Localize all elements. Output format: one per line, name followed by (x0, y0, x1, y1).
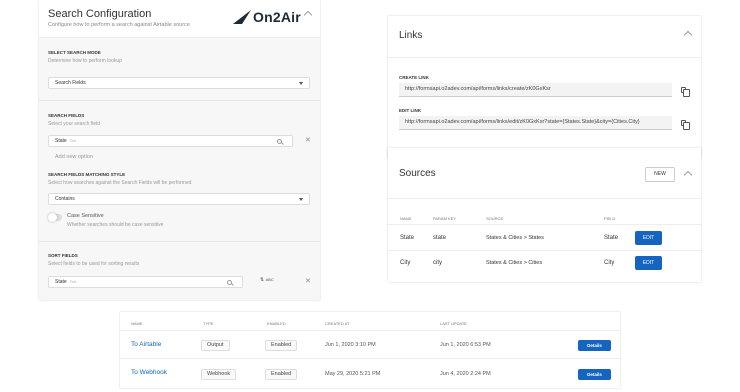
destination-name-link[interactable]: To Webhook (131, 369, 167, 376)
matching-style-select[interactable]: Contains (48, 193, 310, 205)
divider (120, 358, 620, 359)
edit-link-field[interactable]: http://formsapi.o2adev.com/api/forms/lin… (399, 116, 672, 130)
search-configuration-panel: Search Configuration Configure how to pe… (39, 0, 320, 300)
matching-style-help: Select how searches against the Search F… (48, 180, 192, 186)
search-field-value: State (55, 138, 67, 144)
search-field-input[interactable]: State Text (48, 135, 293, 147)
sort-fields-label: SORT FIELDS (48, 253, 78, 258)
edit-link-label: EDIT LINK (399, 108, 421, 113)
last-update: Jun 4, 2020 2:24 PM (440, 371, 491, 377)
new-source-button[interactable]: NEW (645, 167, 675, 182)
sort-fields-help: Select fields to be used for sorting res… (48, 261, 140, 267)
add-new-option-link[interactable]: Add new option (55, 154, 93, 160)
search-mode-label: SELECT SEARCH MODE (48, 50, 101, 55)
chevron-down-icon (299, 82, 303, 85)
chevron-down-icon (299, 198, 303, 201)
remove-sort-icon[interactable]: ✕ (305, 277, 311, 285)
created-at: Jun 1, 2020 3:10 PM (325, 342, 376, 348)
destinations-table: NAME TYPE ENABLED CREATED AT LAST UPDATE… (120, 312, 620, 388)
column-header: LAST UPDATE (440, 321, 467, 326)
collapse-chevron-icon[interactable] (303, 10, 313, 20)
search-icon[interactable] (227, 280, 232, 285)
links-panel: Links CREATE LINK http://formsapi.o2adev… (388, 16, 701, 159)
details-button[interactable]: Details (578, 340, 611, 351)
field-type-tag: Text (69, 139, 77, 143)
source-param-key: state (433, 235, 447, 241)
edit-source-button[interactable]: EDIT (635, 256, 662, 270)
column-header: TYPE (203, 321, 214, 326)
create-link-label: CREATE LINK (399, 75, 429, 80)
divider (388, 224, 701, 225)
sort-order-label: ABC (265, 277, 274, 282)
links-title: Links (399, 30, 423, 41)
column-header: NAME (131, 321, 143, 326)
sort-arrows-icon: ⇅ (260, 277, 265, 283)
search-mode-value: Search Fields (55, 80, 86, 86)
source-path: States & Cities > Cities (486, 260, 543, 266)
source-param-key: city (433, 260, 442, 266)
matching-style-value: Contains (55, 196, 75, 202)
created-at: May 29, 2020 5:21 PM (325, 371, 381, 377)
copy-icon[interactable] (681, 87, 690, 97)
search-config-subtitle: Configure how to perform a search agains… (48, 22, 190, 28)
search-fields-label: SEARCH FIELDS (48, 113, 85, 118)
source-field: City (604, 260, 615, 266)
case-sensitive-toggle[interactable] (48, 213, 62, 222)
source-name: City (400, 260, 411, 266)
enabled-badge: Enabled (265, 369, 298, 380)
column-header: ENABLED (267, 321, 286, 326)
collapse-chevron-icon[interactable] (683, 30, 693, 40)
case-sensitive-help: Whether searches should be case sensitiv… (67, 222, 164, 228)
column-header: PARAM KEY (433, 216, 457, 221)
search-fields-help: Select your search field (48, 121, 100, 127)
logo-text: On2Air (253, 9, 301, 25)
sort-field-input[interactable]: State Text (48, 276, 243, 288)
divider (120, 330, 620, 331)
case-sensitive-label: Case Sensitive (67, 213, 104, 219)
remove-field-icon[interactable]: ✕ (305, 136, 311, 144)
column-header: NAME (400, 216, 412, 221)
divider (39, 241, 320, 242)
create-link-field[interactable]: http://formsapi.o2adev.com/api/forms/lin… (399, 83, 672, 97)
divider (388, 250, 701, 251)
column-header: SOURCE (486, 216, 504, 221)
source-name: State (400, 235, 415, 241)
column-header: FIELD (604, 216, 616, 221)
destination-type-badge: Webhook (201, 369, 237, 380)
column-header: CREATED AT (325, 321, 350, 326)
field-type-tag: Text (69, 280, 77, 284)
enabled-badge: Enabled (265, 340, 298, 351)
details-button[interactable]: Details (578, 369, 611, 380)
sources-panel: Sources NEW NAME PARAM KEY SOURCE FIELD … (388, 148, 701, 282)
on2air-logo: On2Air (233, 9, 301, 25)
matching-style-label: SEARCH FIELDS MATCHING STYLE (48, 172, 126, 177)
paper-plane-icon (233, 10, 251, 24)
divider (39, 100, 320, 101)
sources-title: Sources (399, 168, 436, 179)
divider (388, 198, 701, 199)
collapse-chevron-icon[interactable] (683, 170, 693, 180)
destination-name-link[interactable]: To Airtable (131, 341, 161, 348)
destination-type-badge: Output (201, 340, 230, 351)
sort-field-value: State (55, 279, 67, 285)
search-mode-select[interactable]: Search Fields (48, 77, 310, 89)
last-update: Jun 1, 2020 6:53 PM (440, 342, 491, 348)
search-config-title: Search Configuration (48, 8, 152, 20)
divider (388, 57, 701, 58)
sort-order-toggle[interactable]: ⇅ ABC (260, 277, 274, 283)
source-field: State (604, 235, 619, 241)
search-config-header: Search Configuration Configure how to pe… (39, 0, 320, 38)
search-icon[interactable] (277, 139, 282, 144)
source-path: States & Cities > States (486, 235, 544, 241)
copy-icon[interactable] (681, 120, 690, 130)
search-mode-help: Determine how to perform lookup (48, 58, 122, 64)
edit-source-button[interactable]: EDIT (635, 231, 662, 245)
